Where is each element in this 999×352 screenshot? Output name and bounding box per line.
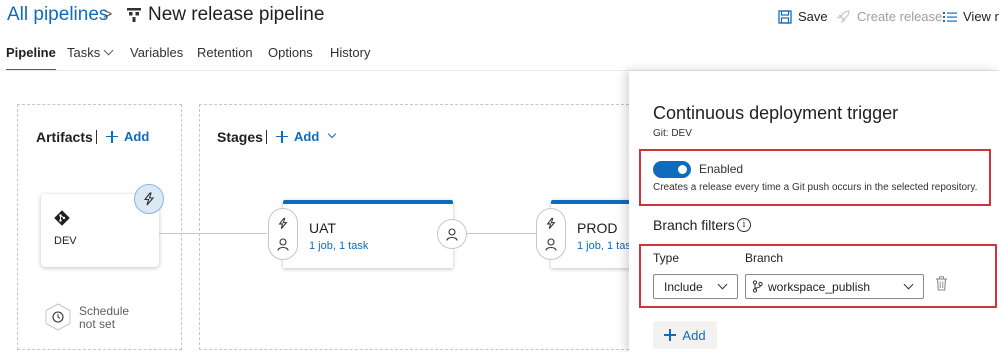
view-releases-label: View re	[963, 9, 999, 24]
toggle-description: Creates a release every time a Git push …	[653, 182, 978, 193]
breadcrumb-all-pipelines[interactable]: All pipelines	[7, 4, 108, 26]
plus-icon	[276, 130, 288, 143]
stage-summary-link[interactable]: 1 job, 1 task	[577, 240, 636, 252]
filter-type-dropdown[interactable]: Include	[653, 274, 738, 299]
tab-tasks[interactable]: Tasks	[67, 44, 114, 70]
type-column-header: Type	[653, 251, 680, 265]
stages-title-divider	[266, 130, 267, 144]
plus-icon	[106, 130, 118, 143]
create-release-button[interactable]: Create release	[836, 9, 942, 24]
info-icon[interactable]: i	[737, 218, 751, 232]
save-icon	[778, 9, 792, 24]
release-pipeline-icon	[127, 8, 141, 22]
stage-card-uat[interactable]: UAT 1 job, 1 task	[283, 200, 453, 268]
schedule-line-2: not set	[79, 317, 116, 331]
page-title: New release pipeline	[148, 4, 325, 25]
create-release-label: Create release	[857, 9, 943, 24]
branch-column-header: Branch	[745, 251, 784, 265]
tab-history[interactable]: History	[330, 44, 370, 70]
enabled-toggle[interactable]	[653, 161, 691, 178]
stage-summary-link[interactable]: 1 job, 1 task	[309, 240, 368, 252]
stages-title: Stages	[217, 129, 263, 145]
save-label: Save	[798, 9, 828, 24]
schedule-status[interactable]: Schedule not set	[79, 305, 129, 331]
post-deployment-conditions-uat[interactable]	[437, 219, 467, 249]
git-icon	[54, 210, 70, 226]
chevron-down-icon	[328, 129, 337, 138]
chevron-down-icon	[103, 45, 114, 56]
lightning-icon	[143, 192, 155, 206]
continuous-deployment-trigger-button[interactable]	[134, 184, 164, 214]
add-stage-button[interactable]: Add	[276, 129, 337, 144]
breadcrumb-separator: >	[103, 6, 113, 23]
branch-filters-title: Branch filters	[653, 217, 735, 233]
connector-uat-prod	[467, 233, 537, 234]
add-branch-filter-label: Add	[682, 327, 706, 343]
lightning-icon	[546, 217, 556, 229]
enabled-toggle-label: Enabled	[699, 162, 744, 176]
list-icon	[943, 11, 957, 22]
panel-subtitle: Git: DEV	[653, 128, 692, 139]
tab-tasks-label: Tasks	[67, 45, 101, 60]
pre-deployment-conditions-uat[interactable]	[268, 208, 298, 260]
person-icon	[277, 238, 289, 251]
branch-dropdown[interactable]: workspace_publish	[745, 274, 924, 299]
artifact-name: DEV	[54, 235, 77, 247]
highlight-box-toggle	[639, 149, 991, 206]
branch-icon	[752, 280, 763, 293]
person-icon	[446, 227, 458, 241]
header-bar: All pipelines > New release pipeline Sav…	[0, 0, 999, 36]
tab-bar: Pipeline Tasks Variables Retention Optio…	[0, 44, 999, 71]
artifacts-title-divider	[96, 130, 97, 144]
tab-retention[interactable]: Retention	[197, 44, 253, 70]
lightning-icon	[278, 217, 288, 229]
tab-pipeline[interactable]: Pipeline	[6, 44, 56, 71]
add-stage-label: Add	[294, 129, 320, 144]
filter-type-value: Include	[664, 280, 703, 294]
plus-icon	[664, 329, 677, 341]
person-icon	[545, 238, 557, 251]
chevron-down-icon	[903, 279, 914, 290]
delete-icon[interactable]	[935, 276, 948, 291]
stage-name: UAT	[309, 220, 336, 236]
artifacts-title: Artifacts	[36, 129, 93, 145]
view-releases-button[interactable]: View re	[943, 9, 999, 24]
rocket-icon	[836, 10, 850, 24]
branch-value: workspace_publish	[768, 280, 871, 294]
tab-options[interactable]: Options	[268, 44, 313, 70]
pre-deployment-conditions-prod[interactable]	[536, 208, 566, 260]
add-branch-filter-button[interactable]: Add	[653, 321, 717, 349]
stage-name: PROD	[577, 220, 618, 236]
chevron-down-icon	[717, 279, 728, 290]
add-artifact-button[interactable]: Add	[106, 129, 149, 144]
add-artifact-label: Add	[124, 129, 150, 144]
panel-title: Continuous deployment trigger	[653, 103, 899, 123]
trigger-settings-panel: Continuous deployment trigger Git: DEV E…	[629, 71, 999, 352]
save-button[interactable]: Save	[778, 9, 828, 24]
tab-variables[interactable]: Variables	[130, 44, 183, 70]
schedule-icon[interactable]	[44, 303, 72, 331]
